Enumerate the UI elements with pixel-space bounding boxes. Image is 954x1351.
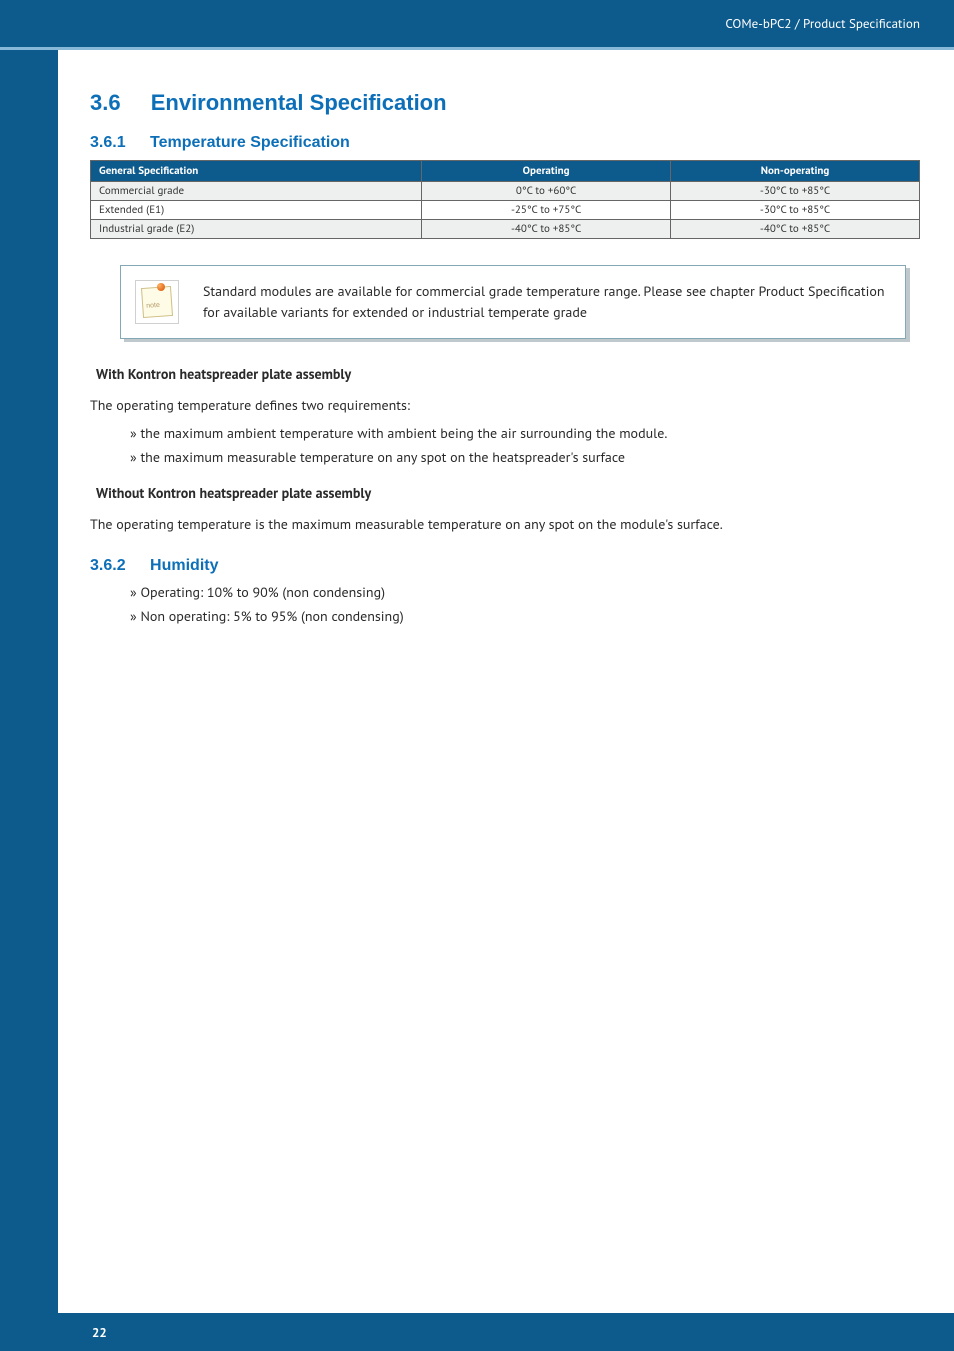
cell-nonoperating: -40°C to +85°C — [671, 220, 920, 239]
section-number: 3.6 — [90, 90, 121, 116]
without-heatspreader-text: The operating temperature is the maximum… — [90, 514, 920, 535]
cell-label: Extended (E1) — [91, 201, 422, 220]
col-general-spec: General Specification — [91, 161, 422, 182]
table-row: Commercial grade 0°C to +60°C -30°C to +… — [91, 182, 920, 201]
subsection-temp-heading: 3.6.1 Temperature Specification — [90, 134, 920, 152]
table-row: Industrial grade (E2) -40°C to +85°C -40… — [91, 220, 920, 239]
subsection-title: Temperature Specification — [150, 134, 350, 151]
section-title: Environmental Specification — [151, 90, 447, 115]
cell-operating: -40°C to +85°C — [422, 220, 671, 239]
page-header: COMe-bPC2 / Product Specification — [0, 0, 954, 50]
section-heading: 3.6 Environmental Specification — [90, 90, 920, 116]
cell-label: Industrial grade (E2) — [91, 220, 422, 239]
cell-operating: -25°C to +75°C — [422, 201, 671, 220]
note-pin-icon — [157, 283, 165, 291]
table-header-row: General Specification Operating Non-oper… — [91, 161, 920, 182]
list-item: Non operating: 5% to 95% (non condensing… — [130, 607, 920, 625]
with-heatspreader-title: With Kontron heatspreader plate assembly — [96, 365, 920, 383]
table-row: Extended (E1) -25°C to +75°C -30°C to +8… — [91, 201, 920, 220]
subsection-number: 3.6.2 — [90, 557, 126, 575]
note-box: Standard modules are available for comme… — [120, 265, 906, 339]
list-item: the maximum ambient temperature with amb… — [130, 424, 920, 442]
cell-label: Commercial grade — [91, 182, 422, 201]
humidity-list: Operating: 10% to 90% (non condensing) N… — [90, 583, 920, 625]
subsection-title: Humidity — [150, 557, 218, 574]
col-non-operating: Non-operating — [671, 161, 920, 182]
page-number: 22 — [92, 1324, 107, 1341]
list-item: the maximum measurable temperature on an… — [130, 448, 920, 466]
with-heatspreader-intro: The operating temperature defines two re… — [90, 395, 920, 416]
note-paper-icon — [141, 286, 173, 318]
note-icon — [135, 280, 179, 324]
col-operating: Operating — [422, 161, 671, 182]
cell-nonoperating: -30°C to +85°C — [671, 182, 920, 201]
left-rail — [0, 50, 58, 1351]
list-item: Operating: 10% to 90% (non condensing) — [130, 583, 920, 601]
subsection-humidity-heading: 3.6.2 Humidity — [90, 557, 920, 575]
page-footer: 22 — [0, 1313, 954, 1351]
main-content: 3.6 Environmental Specification 3.6.1 Te… — [90, 90, 920, 639]
cell-nonoperating: -30°C to +85°C — [671, 201, 920, 220]
note-box-wrap: Standard modules are available for comme… — [120, 265, 906, 339]
temperature-table: General Specification Operating Non-oper… — [90, 160, 920, 239]
note-text: Standard modules are available for comme… — [203, 281, 887, 323]
subsection-number: 3.6.1 — [90, 134, 126, 152]
cell-operating: 0°C to +60°C — [422, 182, 671, 201]
breadcrumb: COMe-bPC2 / Product Specification — [725, 15, 920, 32]
without-heatspreader-title: Without Kontron heatspreader plate assem… — [96, 484, 920, 502]
with-heatspreader-list: the maximum ambient temperature with amb… — [90, 424, 920, 466]
